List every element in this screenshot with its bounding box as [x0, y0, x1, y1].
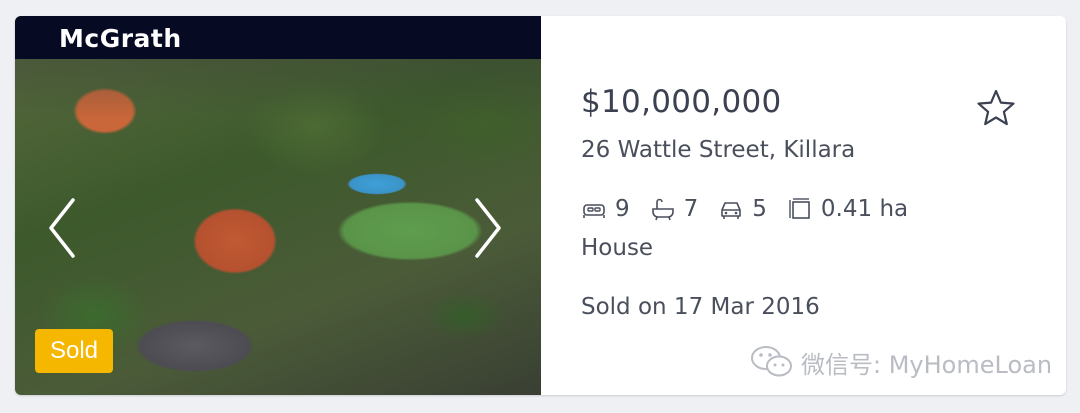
wechat-icon — [751, 346, 792, 377]
property-photo[interactable]: McGrath Sold — [15, 16, 541, 395]
favorite-button[interactable] — [976, 88, 1016, 128]
previous-photo-button[interactable] — [43, 196, 83, 260]
bedrooms-feature: 9 — [581, 196, 630, 222]
sold-date: Sold on 17 Mar 2016 — [581, 294, 820, 320]
property-type: House — [581, 235, 654, 261]
parking-feature: 5 — [718, 196, 767, 222]
star-outline-icon — [977, 89, 1015, 126]
parking-count: 5 — [752, 196, 767, 222]
listing-price: $10,000,000 — [581, 84, 782, 120]
next-photo-button[interactable] — [467, 196, 507, 260]
bedrooms-count: 9 — [615, 196, 630, 222]
chevron-right-icon — [475, 198, 501, 258]
photo-overlay — [15, 59, 541, 119]
car-icon — [721, 202, 742, 219]
bathrooms-count: 7 — [683, 196, 699, 222]
land-size-icon — [789, 198, 810, 219]
listing-details: $10,000,000 26 Wattle Street, Killara 9 — [581, 16, 1066, 395]
bathrooms-feature: 7 — [650, 196, 699, 222]
land-size-feature: 0.41 ha — [787, 196, 908, 222]
listing-address[interactable]: 26 Wattle Street, Killara — [581, 137, 855, 163]
bed-icon — [583, 204, 605, 218]
brand-bar: McGrath — [15, 16, 541, 59]
property-features: 9 7 5 0.41 ha — [581, 196, 928, 222]
listing-card[interactable]: McGrath Sold $10,000,000 26 Wattle Stree… — [15, 16, 1066, 395]
sold-badge: Sold — [35, 329, 113, 373]
land-size-value: 0.41 ha — [820, 196, 909, 222]
watermark-text: 微信号: MyHomeLoan — [801, 350, 1053, 379]
agency-logo: McGrath — [59, 24, 182, 53]
chevron-left-icon — [49, 198, 75, 258]
bath-icon — [651, 198, 674, 221]
wechat-watermark: 微信号: MyHomeLoan — [749, 344, 1052, 380]
